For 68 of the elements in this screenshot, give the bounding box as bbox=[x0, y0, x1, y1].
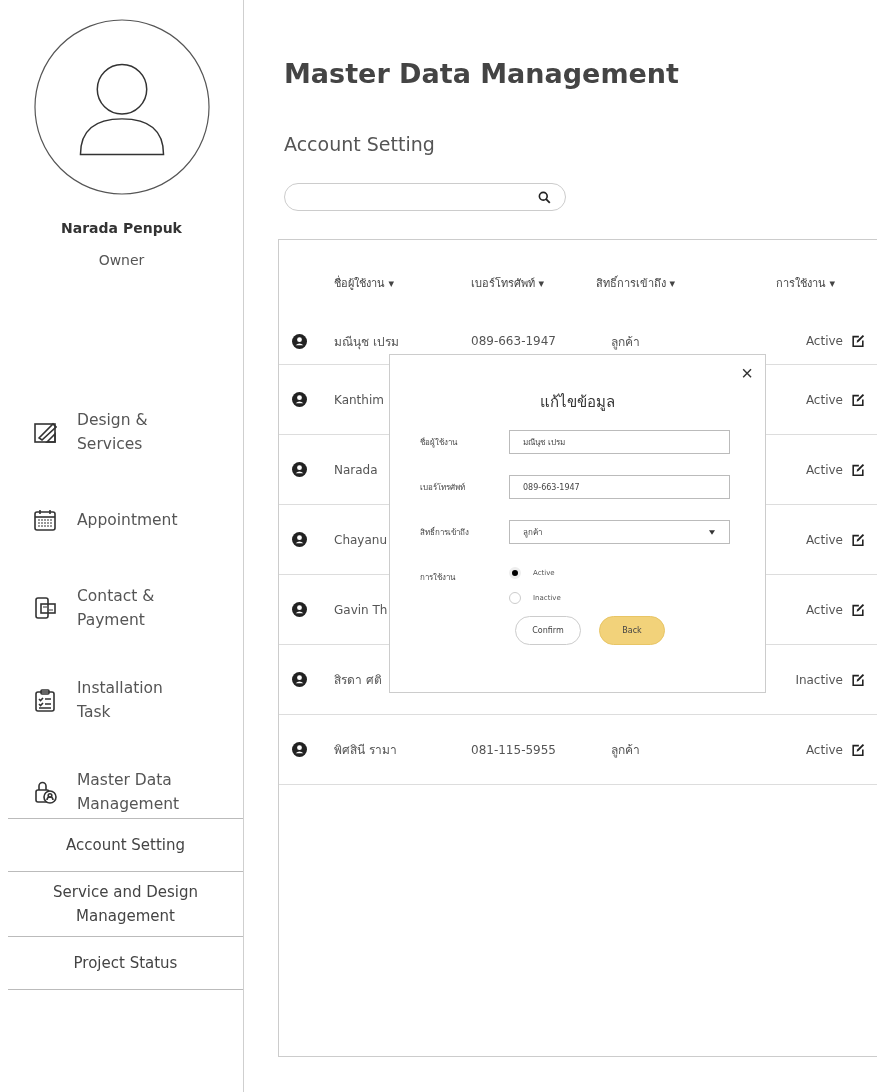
table-cell-text: Inactive bbox=[795, 672, 844, 687]
user-icon bbox=[292, 672, 307, 687]
pencil-ruler-icon bbox=[33, 420, 57, 444]
dialog-title: แก้ไขข้อมูล bbox=[539, 392, 616, 413]
field-label: ชื่อผู้ใช้งาน bbox=[420, 436, 459, 449]
table-cell-text: ลูกค้า bbox=[610, 742, 640, 759]
column-header[interactable]: การใช้งาน ▾ bbox=[776, 274, 851, 292]
table-cell: Kanthim bbox=[334, 392, 384, 407]
field-label: สิทธิ์การเข้าถึง bbox=[420, 525, 470, 539]
submenu-item[interactable]: Account Setting bbox=[8, 818, 243, 871]
edit-icon bbox=[851, 742, 865, 757]
column-header[interactable]: สิทธิ์การเข้าถึง ▾ bbox=[596, 274, 706, 292]
calendar-icon bbox=[33, 508, 57, 532]
page-title: Master Data Management bbox=[284, 58, 680, 89]
table-cell-text: Active bbox=[805, 462, 844, 477]
table-cell: 081-115-5955 bbox=[471, 742, 556, 757]
edit-icon bbox=[851, 462, 865, 477]
sidebar-item[interactable]: Contact & Payment bbox=[77, 584, 155, 632]
sidebar-item[interactable]: Design & Services bbox=[77, 408, 148, 456]
table-cell: 089-663-1947 bbox=[471, 334, 556, 348]
table-cell-text: มณีนุช เปรม bbox=[334, 333, 399, 351]
table-cell: Chayanu bbox=[334, 532, 387, 547]
user-icon bbox=[292, 602, 307, 617]
avatar-icon bbox=[32, 18, 211, 196]
close-button[interactable]: × bbox=[741, 363, 753, 383]
clipboard-icon bbox=[33, 688, 57, 712]
confirm-button[interactable]: Confirm bbox=[515, 616, 581, 645]
search-icon bbox=[538, 190, 551, 204]
edit-icon bbox=[851, 334, 865, 348]
input-field[interactable]: มณีนุช เปรม bbox=[509, 430, 730, 454]
sidebar-item[interactable]: Installation Task bbox=[77, 676, 163, 724]
input-field[interactable]: 089-663-1947 bbox=[509, 475, 730, 499]
select-value: ลูกค้า bbox=[523, 526, 542, 539]
table-cell-text: Active bbox=[805, 334, 844, 348]
user-icon bbox=[292, 333, 307, 349]
back-button[interactable]: Back bbox=[599, 616, 665, 645]
edit-icon bbox=[851, 532, 865, 547]
edit-icon bbox=[851, 672, 865, 687]
user-icon bbox=[292, 532, 307, 547]
lock-gear-icon bbox=[33, 780, 57, 804]
user-icon bbox=[292, 462, 307, 477]
user-role: Owner bbox=[98, 252, 145, 268]
field-label: การใช้งาน bbox=[420, 572, 457, 584]
page-subtitle: Account Setting bbox=[284, 133, 436, 155]
edit-icon bbox=[851, 602, 865, 617]
field-label: เบอร์โทรศัพท์ bbox=[420, 482, 466, 494]
table-cell-text: Active bbox=[805, 602, 844, 617]
table-cell-text: ลูกค้า bbox=[610, 333, 640, 351]
edit-icon bbox=[851, 392, 865, 407]
table-cell-text: พิศสินี รามา bbox=[334, 742, 397, 759]
table-cell-text: Active bbox=[805, 742, 844, 757]
submenu-item[interactable]: Service and Design Management bbox=[8, 871, 243, 936]
table-cell: Narada bbox=[334, 462, 378, 477]
user-icon bbox=[292, 742, 307, 757]
column-header[interactable]: เบอร์โทรศัพท์ ▾ bbox=[471, 274, 596, 292]
table-cell: Gavin Th bbox=[334, 602, 388, 617]
table-cell-text: Active bbox=[805, 392, 844, 407]
table-cell-text: Active bbox=[805, 532, 844, 547]
user-icon bbox=[292, 392, 307, 407]
submenu-item[interactable]: Project Status bbox=[8, 936, 243, 990]
phone-card-icon bbox=[33, 596, 57, 620]
caret-icon bbox=[709, 529, 715, 535]
select-field[interactable]: ลูกค้า bbox=[509, 520, 730, 544]
sidebar-item[interactable]: Master Data Management bbox=[77, 768, 180, 816]
user-name: Narada Penpuk bbox=[61, 220, 182, 236]
sidebar-item[interactable]: Appointment bbox=[77, 508, 178, 532]
column-header[interactable]: ชื่อผู้ใช้งาน ▾ bbox=[334, 274, 471, 292]
table-cell-text: สิรดา ศติ bbox=[334, 672, 382, 689]
